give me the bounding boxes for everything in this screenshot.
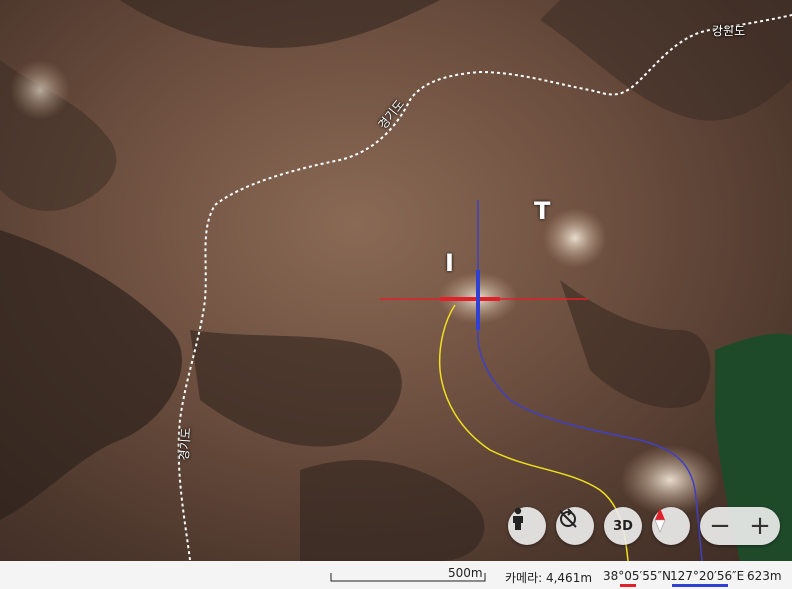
latitude-indicator bbox=[620, 584, 636, 587]
camera-altitude: 카메라: 4,461m bbox=[505, 571, 593, 585]
scale-label: 500m bbox=[448, 566, 483, 580]
person-icon bbox=[513, 507, 523, 530]
rotate-icon bbox=[559, 508, 577, 528]
zoom-control: − + bbox=[700, 507, 780, 545]
rotate-button[interactable] bbox=[556, 507, 594, 545]
elevation: 623m bbox=[747, 569, 782, 583]
label-gyeonggi-left: 경기도 bbox=[176, 427, 194, 462]
longitude-indicator bbox=[672, 584, 728, 587]
street-view-button[interactable] bbox=[508, 507, 546, 545]
satellite-map[interactable]: 강원도 경기도 경기도 I T 3D − + bbox=[0, 0, 792, 561]
label-gangwon: 강원도 bbox=[712, 24, 746, 38]
longitude: 127°20′56″E bbox=[670, 569, 745, 583]
zoom-out-button[interactable]: − bbox=[700, 507, 740, 545]
zoom-in-button[interactable]: + bbox=[740, 507, 780, 545]
compass-icon bbox=[654, 508, 666, 533]
terrain-layer bbox=[0, 0, 792, 561]
marker-t: T bbox=[534, 197, 551, 225]
status-bar: 500m 카메라: 4,461m 38°05′55″N 127°20′56″E … bbox=[0, 561, 792, 589]
latitude: 38°05′55″N bbox=[603, 569, 671, 583]
marker-i: I bbox=[445, 249, 454, 277]
compass-button[interactable] bbox=[652, 507, 690, 545]
3d-button[interactable]: 3D bbox=[604, 507, 642, 545]
